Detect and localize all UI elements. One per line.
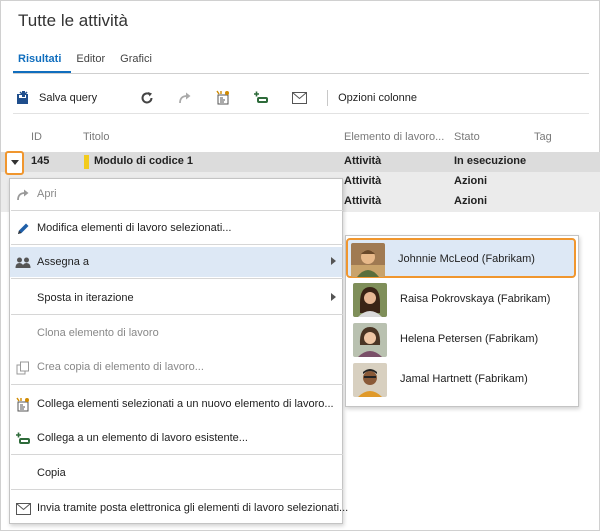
avatar [351,243,385,277]
email-button[interactable] [291,87,307,109]
column-header-title[interactable]: Titolo [83,131,110,143]
menu-divider [11,244,343,245]
row-state: Azioni [454,175,487,187]
new-link-icon [15,397,31,413]
row-title: Modulo di codice 1 [94,155,194,167]
column-header-tags[interactable]: Tag [534,131,552,143]
save-query-button[interactable]: Salva query [15,87,97,109]
menu-item-label: Sposta in iterazione [37,292,134,304]
pencil-icon [15,221,31,237]
menu-item-edit-selected[interactable]: Modifica elementi di lavoro selezionati.… [10,213,342,243]
tab-charts[interactable]: Grafici [120,53,152,69]
assign-to-submenu: Johnnie McLeod (Fabrikam) Raisa Pokrovsk… [345,235,579,407]
menu-item-create-copy[interactable]: Crea copia di elemento di lavoro... [10,352,342,382]
person-name: Raisa Pokrovskaya (Fabrikam) [400,293,551,305]
row-type: Attività [344,175,382,187]
column-options-button[interactable]: Opzioni colonne [338,87,417,109]
redo-arrow-icon [177,90,193,106]
row-state: In esecuzione [454,155,527,167]
row-id: 145 [31,155,50,167]
redo-arrow-icon [15,187,31,203]
menu-item-label: Copia [37,467,66,479]
menu-item-link-new[interactable]: Collega elementi selezionati a un nuovo … [10,389,342,419]
toolbar-separator [327,90,329,106]
toolbar-divider [13,113,589,114]
context-menu-trigger[interactable] [5,151,24,175]
chevron-right-icon [331,257,336,265]
person-helena-petersen[interactable]: Helena Petersen (Fabrikam) [350,320,574,360]
menu-divider [11,454,343,455]
menu-item-label: Modifica elementi di lavoro selezionati.… [37,222,232,234]
menu-item-label: Collega a un elemento di lavoro esistent… [37,432,248,444]
person-name: Johnnie McLeod (Fabrikam) [398,253,535,265]
column-header-state[interactable]: Stato [454,131,480,143]
avatar [353,363,387,397]
link-existing-icon [253,90,269,106]
menu-divider [11,489,343,490]
link-existing-icon [15,431,31,447]
row-state: Azioni [454,195,487,207]
mail-icon [291,90,307,106]
menu-item-label: Apri [37,188,57,200]
save-query-label: Salva query [39,92,98,104]
row-type: Attività [344,195,382,207]
menu-item-copy[interactable]: Copia [10,458,342,488]
menu-item-open[interactable]: Apri [10,179,342,209]
save-icon [15,90,31,106]
person-name: Jamal Hartnett (Fabrikam) [400,373,528,385]
menu-item-label: Clona elemento di lavoro [37,327,159,339]
page-title: Tutte le attività [18,11,128,30]
mail-icon [15,501,31,517]
table-row[interactable]: 145 Modulo di codice 1 Attività In esecu… [1,152,600,172]
row-type: Attività [344,155,382,167]
menu-divider [11,278,343,279]
column-header-type[interactable]: Elemento di lavoro... [344,131,444,143]
menu-divider [11,314,343,315]
new-link-icon [215,90,231,106]
work-item-color-bar [84,155,89,169]
menu-item-label: Assegna a [37,256,89,268]
refresh-icon [139,90,155,106]
menu-item-label: Crea copia di elemento di lavoro... [37,361,204,373]
context-menu: Apri Modifica elementi di lavoro selezio… [9,178,348,524]
tab-bar: Risultati Editor Grafici [18,53,167,69]
link-existing-button[interactable] [253,87,269,109]
grid-header: ID Titolo Elemento di lavoro... Stato Ta… [1,131,600,147]
toolbar: Salva query Opzioni colonne [15,87,417,109]
avatar [353,323,387,357]
menu-item-label: Invia tramite posta elettronica gli elem… [37,502,349,514]
menu-item-send-email[interactable]: Invia tramite posta elettronica gli elem… [10,493,348,523]
tab-editor[interactable]: Editor [76,53,105,69]
copy-icon [15,360,31,376]
person-johnnie-mcleod[interactable]: Johnnie McLeod (Fabrikam) [346,238,576,278]
work-items-panel: Tutte le attività Risultati Editor Grafi… [0,0,600,531]
menu-divider [11,210,343,211]
column-options-label: Opzioni colonne [338,92,417,104]
column-header-id[interactable]: ID [31,131,42,143]
people-icon [15,255,31,271]
tab-results[interactable]: Risultati [18,53,61,69]
tab-divider [13,73,589,74]
chevron-down-icon [10,157,19,169]
menu-item-link-existing[interactable]: Collega a un elemento di lavoro esistent… [10,423,342,453]
menu-item-label: Collega elementi selezionati a un nuovo … [37,398,334,410]
person-raisa-pokrovskaya[interactable]: Raisa Pokrovskaya (Fabrikam) [350,280,574,320]
menu-item-clone[interactable]: Clona elemento di lavoro [10,318,342,348]
redo-button[interactable] [177,87,193,109]
menu-item-assign-to[interactable]: Assegna a [10,247,342,277]
refresh-button[interactable] [139,87,155,109]
menu-item-move-to-iteration[interactable]: Sposta in iterazione [10,283,342,313]
chevron-right-icon [331,293,336,301]
person-jamal-hartnett[interactable]: Jamal Hartnett (Fabrikam) [350,360,574,400]
new-linked-item-button[interactable] [215,87,231,109]
person-name: Helena Petersen (Fabrikam) [400,333,539,345]
menu-divider [11,384,343,385]
avatar [353,283,387,317]
